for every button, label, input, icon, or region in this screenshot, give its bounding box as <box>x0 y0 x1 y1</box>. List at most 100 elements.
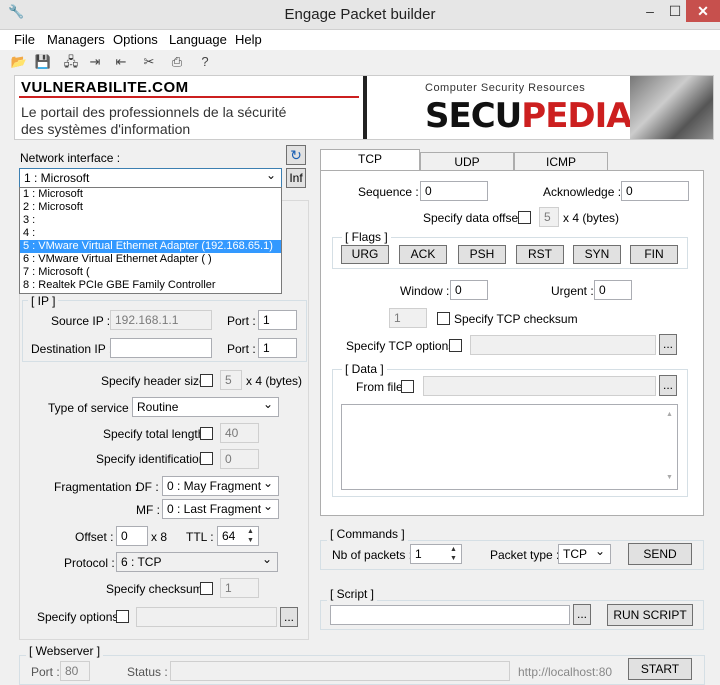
menu-managers[interactable]: Managers <box>47 32 105 47</box>
total-length-checkbox[interactable] <box>200 427 213 440</box>
refresh-button[interactable]: ↻ <box>286 145 306 165</box>
dropdown-option[interactable]: 3 : <box>20 214 281 227</box>
tcp-options-browse-button[interactable]: ... <box>659 334 677 355</box>
close-button[interactable]: ✕ <box>686 0 720 22</box>
maximize-button[interactable]: ☐ <box>664 0 686 22</box>
acknowledge-field[interactable]: 0 <box>621 181 689 201</box>
dropdown-option[interactable]: 1 : Microsoft <box>20 188 281 201</box>
protocol-select[interactable]: 6 : TCP <box>116 550 278 572</box>
tab-tcp[interactable]: TCP <box>320 149 420 171</box>
banner-tagline-2: des systèmes d'information <box>21 121 191 137</box>
mf-select[interactable]: 0 : Last Fragment <box>162 497 279 519</box>
help-icon[interactable]: ? <box>196 53 214 71</box>
tcp-checksum-checkbox[interactable] <box>437 312 450 325</box>
webserver-start-button[interactable]: START <box>628 658 692 680</box>
df-select[interactable]: 0 : May Fragment <box>162 474 279 496</box>
destination-port-field[interactable]: 1 <box>258 338 297 358</box>
checksum-field[interactable]: 1 <box>220 578 259 598</box>
identification-field[interactable]: 0 <box>220 449 259 469</box>
flags-group-title: [ Flags ] <box>342 230 391 244</box>
ip-options-browse-button[interactable]: ... <box>280 607 298 627</box>
menu-help[interactable]: Help <box>235 32 262 47</box>
from-file-field[interactable] <box>423 376 656 396</box>
data-offset-field[interactable]: 5 <box>539 207 559 227</box>
tab-icmp[interactable]: ICMP <box>514 152 608 172</box>
save-icon[interactable]: 💾 <box>34 53 52 71</box>
df-label: DF : <box>136 480 159 494</box>
source-port-field[interactable]: 1 <box>258 310 297 330</box>
dropdown-option[interactable]: 6 : VMware Virtual Ethernet Adapter ( ) <box>20 253 281 266</box>
menu-language[interactable]: Language <box>169 32 227 47</box>
from-file-label: From file <box>356 380 403 394</box>
script-field[interactable] <box>330 605 570 625</box>
open-icon[interactable]: 📂 <box>10 53 28 71</box>
source-ip-field[interactable]: 192.168.1.1 <box>110 310 212 330</box>
tcp-options-field[interactable] <box>470 335 656 355</box>
flag-fin-button[interactable]: FIN <box>630 245 678 264</box>
header-size-field[interactable]: 5 <box>220 370 242 390</box>
menu-options[interactable]: Options <box>113 32 158 47</box>
dropdown-option[interactable]: 7 : Microsoft ( <box>20 266 281 279</box>
ip-options-field[interactable] <box>136 607 277 627</box>
from-file-browse-button[interactable]: ... <box>659 375 677 396</box>
textarea-scrollbar-icon[interactable]: ▲ ▼ <box>662 410 677 482</box>
window-field[interactable]: 0 <box>450 280 488 300</box>
packet-count-spinner-icon[interactable]: ▲ ▼ <box>446 545 461 563</box>
offset-field[interactable]: 0 <box>116 526 148 546</box>
webserver-url[interactable]: http://localhost:80 <box>518 665 612 679</box>
acknowledge-label: Acknowledge : <box>543 185 622 199</box>
header-size-unit: x 4 (bytes) <box>246 374 303 388</box>
tcp-checksum-field[interactable]: 1 <box>389 308 427 328</box>
gear-decoration-icon <box>630 76 713 139</box>
run-script-button[interactable]: RUN SCRIPT <box>607 604 693 626</box>
fragmentation-label: Fragmentation : <box>54 480 139 494</box>
send-button[interactable]: SEND <box>628 543 692 565</box>
info-button[interactable]: Inf <box>286 168 306 188</box>
flag-ack-button[interactable]: ACK <box>399 245 447 264</box>
network-icon[interactable]: 🖧 <box>62 53 80 71</box>
import-icon[interactable]: ⇥ <box>86 53 104 71</box>
tcp-options-checkbox[interactable] <box>449 339 462 352</box>
sequence-field[interactable]: 0 <box>420 181 488 201</box>
ip-options-checkbox[interactable] <box>116 610 129 623</box>
data-offset-checkbox[interactable] <box>518 211 531 224</box>
sequence-label: Sequence : <box>358 185 419 199</box>
data-textarea[interactable] <box>341 404 678 490</box>
ad-banner[interactable]: VULNERABILITE.COM Le portail des profess… <box>14 75 714 140</box>
destination-ip-field[interactable] <box>110 338 212 358</box>
flag-rst-button[interactable]: RST <box>516 245 564 264</box>
urgent-field[interactable]: 0 <box>594 280 632 300</box>
tos-select[interactable]: Routine <box>132 395 279 417</box>
ttl-spinner-icon[interactable]: ▲ ▼ <box>243 527 258 545</box>
network-interface-select[interactable]: 1 : Microsoft <box>19 166 282 188</box>
dropdown-option[interactable]: 8 : Realtek PCIe GBE Family Controller <box>20 279 281 292</box>
brand-underline <box>19 96 359 98</box>
export-icon[interactable]: ⇤ <box>112 53 130 71</box>
dropdown-option-selected[interactable]: 5 : VMware Virtual Ethernet Adapter (192… <box>20 240 281 253</box>
total-length-field[interactable]: 40 <box>220 423 259 443</box>
packet-type-select[interactable]: TCP <box>558 542 611 564</box>
webserver-status-field <box>170 661 510 681</box>
tab-udp[interactable]: UDP <box>420 152 514 172</box>
flag-psh-button[interactable]: PSH <box>458 245 506 264</box>
menu-file[interactable]: File <box>14 32 35 47</box>
flag-urg-button[interactable]: URG <box>341 245 389 264</box>
print-icon[interactable]: ⎙ <box>168 53 186 71</box>
tools-icon[interactable]: ✂ <box>140 53 158 71</box>
script-browse-button[interactable]: ... <box>573 604 591 625</box>
from-file-checkbox[interactable] <box>401 380 414 393</box>
source-ip-label: Source IP : <box>51 314 111 328</box>
ttl-label: TTL : <box>186 530 214 544</box>
dropdown-option[interactable]: 4 : <box>20 227 281 240</box>
network-interface-dropdown[interactable]: 1 : Microsoft 2 : Microsoft 3 : 4 : 5 : … <box>19 187 282 294</box>
offset-unit: x 8 <box>151 530 168 544</box>
webserver-port-field[interactable]: 80 <box>60 661 90 681</box>
source-port-label: Port : <box>227 314 256 328</box>
checksum-checkbox[interactable] <box>200 582 213 595</box>
flag-syn-button[interactable]: SYN <box>573 245 621 264</box>
window-title: Engage Packet builder <box>284 6 436 23</box>
identification-checkbox[interactable] <box>200 452 213 465</box>
dropdown-option[interactable]: 2 : Microsoft <box>20 201 281 214</box>
header-size-checkbox[interactable] <box>200 374 213 387</box>
minimize-button[interactable]: – <box>636 0 664 22</box>
